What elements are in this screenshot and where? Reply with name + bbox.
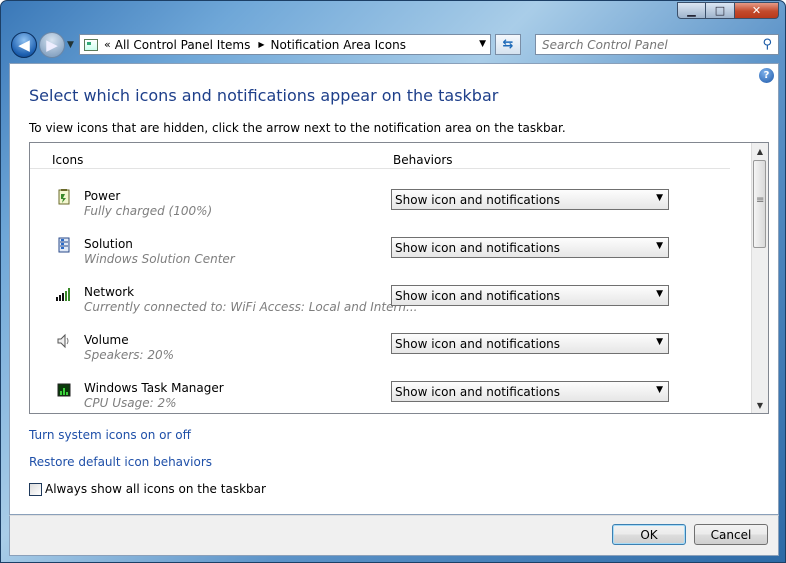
always-show-label[interactable]: Always show all icons on the taskbar xyxy=(45,482,266,496)
refresh-icon: ⇆ xyxy=(502,37,514,52)
column-header-behaviors: Behaviors xyxy=(393,153,453,167)
dropdown-arrow-icon: ▼ xyxy=(656,241,663,251)
chevron-down-icon: ▼ xyxy=(67,40,74,50)
breadcrumb-separator-icon[interactable]: ▶ xyxy=(258,40,264,49)
behavior-select-network[interactable]: Show icon and notifications ▼ xyxy=(391,285,669,306)
behavior-select-solution[interactable]: Show icon and notifications ▼ xyxy=(391,237,669,258)
list-item-power: Power Fully charged (100%) Show icon and… xyxy=(30,183,752,231)
recent-pages-button[interactable]: ▼ xyxy=(67,40,74,50)
list-item-network: Network Currently connected to: WiFi Acc… xyxy=(30,279,752,327)
always-show-option[interactable]: Always show all icons on the taskbar xyxy=(29,482,266,496)
minimize-icon: ▁ xyxy=(687,4,696,17)
page-title: Select which icons and notifications app… xyxy=(29,86,499,105)
icon-behavior-list: Icons Behaviors Power Fully charged (100… xyxy=(29,142,769,414)
cancel-button[interactable]: Cancel xyxy=(694,524,768,545)
signal-bars-icon xyxy=(56,285,72,301)
list-header: Icons Behaviors xyxy=(30,143,730,169)
scroll-up-icon[interactable]: ▲ xyxy=(752,143,768,159)
list-item-volume: Volume Speakers: 20% Show icon and notif… xyxy=(30,327,752,375)
behavior-value: Show icon and notifications xyxy=(395,288,561,303)
behavior-select-volume[interactable]: Show icon and notifications ▼ xyxy=(391,333,669,354)
navigation-bar: ◀ ▶ ▼ « All Control Panel Items ▶ Notifi… xyxy=(9,31,779,59)
address-overflow-chevron[interactable]: « xyxy=(104,38,111,51)
item-status: Fully charged (100%) xyxy=(84,204,213,218)
behavior-value: Show icon and notifications xyxy=(395,240,561,255)
behavior-value: Show icon and notifications xyxy=(395,384,561,399)
back-button[interactable]: ◀ xyxy=(11,32,37,58)
close-button[interactable]: ✕ xyxy=(735,2,779,19)
behavior-select-task-manager[interactable]: Show icon and notifications ▼ xyxy=(391,381,669,402)
maximize-button[interactable]: □ xyxy=(706,2,735,19)
search-box: ⚲ xyxy=(535,34,779,55)
battery-icon xyxy=(56,189,72,205)
dropdown-arrow-icon: ▼ xyxy=(656,385,663,395)
behavior-value: Show icon and notifications xyxy=(395,192,561,207)
item-status: Currently connected to: WiFi Access: Loc… xyxy=(84,300,418,314)
item-name: Network xyxy=(84,285,135,299)
breadcrumb-notification-area-icons[interactable]: Notification Area Icons xyxy=(271,38,406,52)
content-pane: ? Select which icons and notifications a… xyxy=(9,63,779,515)
refresh-button[interactable]: ⇆ xyxy=(495,34,521,55)
cpu-monitor-icon xyxy=(56,381,72,397)
forward-button[interactable]: ▶ xyxy=(39,32,65,58)
forward-arrow-icon: ▶ xyxy=(46,36,58,54)
ok-button[interactable]: OK xyxy=(612,524,686,545)
item-status: Windows Solution Center xyxy=(84,252,235,266)
search-icon[interactable]: ⚲ xyxy=(762,37,772,52)
always-show-checkbox[interactable] xyxy=(29,482,42,496)
close-icon: ✕ xyxy=(751,4,762,17)
dropdown-arrow-icon: ▼ xyxy=(656,193,663,203)
item-status: CPU Usage: 2% xyxy=(84,396,177,410)
minimize-button[interactable]: ▁ xyxy=(677,2,706,19)
restore-defaults-link[interactable]: Restore default icon behaviors xyxy=(29,455,212,469)
item-name: Power xyxy=(84,189,121,203)
system-icons-link[interactable]: Turn system icons on or off xyxy=(29,428,191,442)
scroll-down-icon[interactable]: ▼ xyxy=(752,397,768,413)
help-button[interactable]: ? xyxy=(759,68,774,83)
page-description: To view icons that are hidden, click the… xyxy=(29,121,566,135)
window-controls: ▁ □ ✕ xyxy=(677,2,779,19)
server-icon xyxy=(56,237,72,253)
list-item-solution: Solution Windows Solution Center Show ic… xyxy=(30,231,752,279)
behavior-select-power[interactable]: Show icon and notifications ▼ xyxy=(391,189,669,210)
control-panel-icon xyxy=(84,38,98,51)
breadcrumb-all-control-panel-items[interactable]: All Control Panel Items xyxy=(115,38,251,52)
search-input[interactable] xyxy=(542,36,752,53)
maximize-icon: □ xyxy=(714,4,726,17)
list-item-task-manager: Windows Task Manager CPU Usage: 2% Show … xyxy=(30,375,752,413)
help-icon: ? xyxy=(763,70,770,81)
button-bar: OK Cancel xyxy=(9,515,779,556)
column-header-icons: Icons xyxy=(52,153,84,167)
address-dropdown-icon[interactable]: ▼ xyxy=(479,39,486,49)
speaker-icon xyxy=(56,333,72,349)
dropdown-arrow-icon: ▼ xyxy=(656,289,663,299)
item-name: Solution xyxy=(84,237,133,251)
item-status: Speakers: 20% xyxy=(84,348,175,362)
window-frame: ▁ □ ✕ ◀ ▶ ▼ « All Control Panel Items ▶ … xyxy=(0,0,786,563)
scroll-thumb[interactable] xyxy=(753,160,766,248)
behavior-value: Show icon and notifications xyxy=(395,336,561,351)
list-scrollbar[interactable]: ▲ ▼ xyxy=(751,143,768,413)
back-arrow-icon: ◀ xyxy=(18,36,30,54)
item-name: Volume xyxy=(84,333,129,347)
address-bar[interactable]: « All Control Panel Items ▶ Notification… xyxy=(79,34,491,55)
dropdown-arrow-icon: ▼ xyxy=(656,337,663,347)
item-name: Windows Task Manager xyxy=(84,381,224,395)
